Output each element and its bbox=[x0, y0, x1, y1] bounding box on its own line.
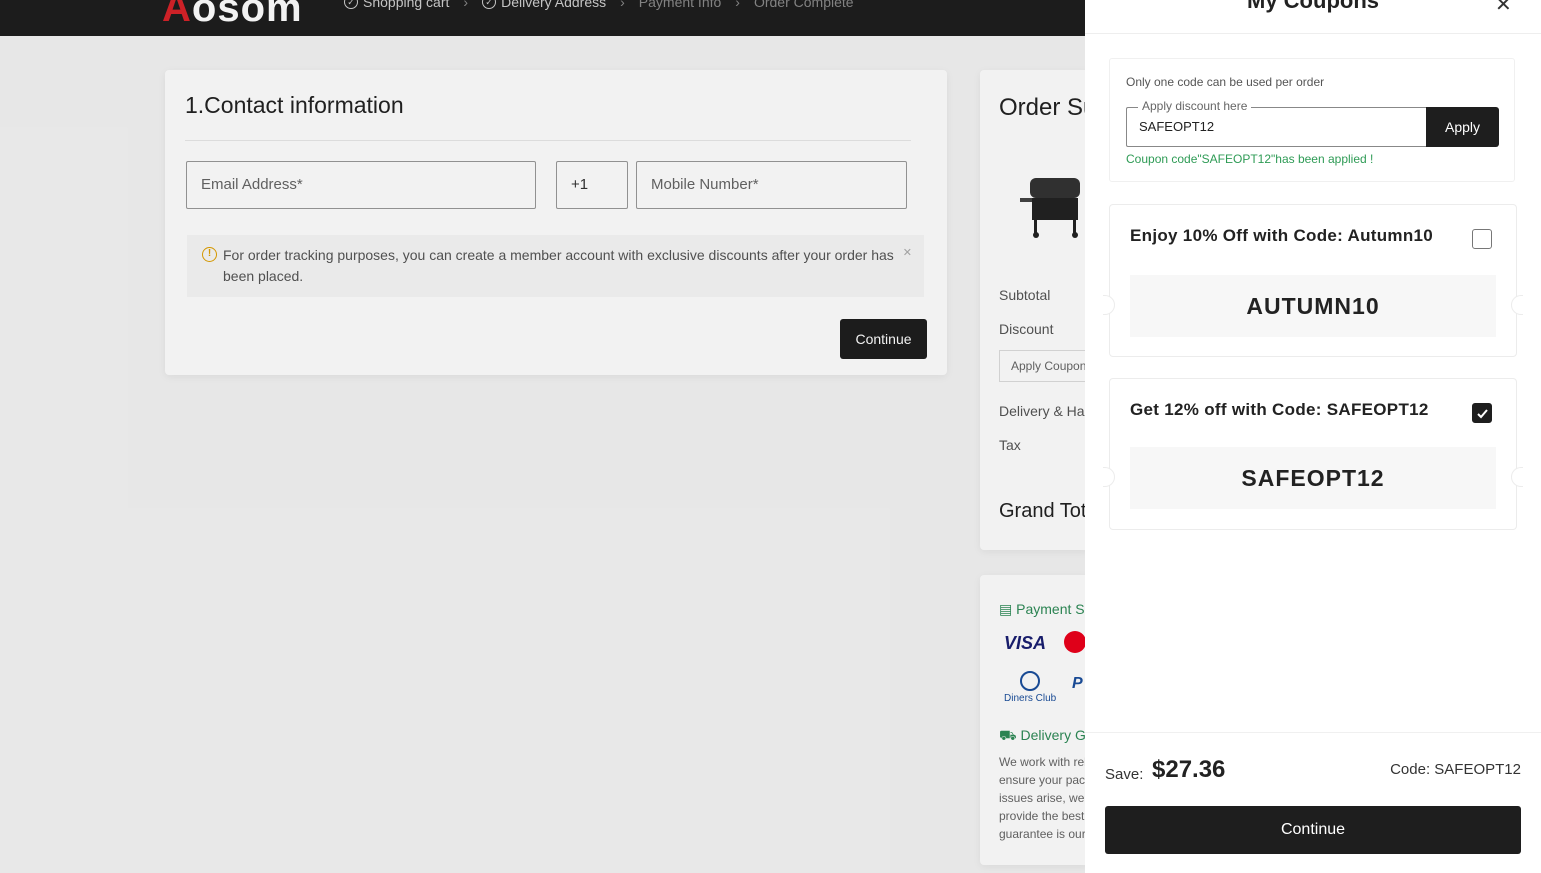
save-amount: $27.36 bbox=[1152, 756, 1226, 783]
apply-button[interactable]: Apply bbox=[1426, 107, 1499, 147]
coupon-card-safeopt12[interactable]: Get 12% off with Code: SAFEOPT12 SAFEOPT… bbox=[1103, 378, 1523, 530]
drawer-title: My Coupons bbox=[1247, 0, 1379, 13]
checkmark-icon bbox=[1477, 409, 1488, 419]
close-icon[interactable]: ✕ bbox=[1495, 0, 1512, 17]
discount-input-label: Apply discount here bbox=[1138, 99, 1252, 113]
coupon-code: SAFEOPT12 bbox=[1130, 447, 1496, 509]
discount-code-input[interactable]: SAFEOPT12 bbox=[1126, 107, 1428, 147]
ticket-notch bbox=[1511, 467, 1523, 487]
ticket-notch bbox=[1511, 295, 1523, 315]
divider bbox=[1085, 33, 1541, 34]
ticket-notch bbox=[1103, 467, 1115, 487]
save-label: Save: bbox=[1105, 766, 1144, 783]
coupon-label: Get 12% off with Code: SAFEOPT12 bbox=[1130, 400, 1429, 419]
coupon-code: AUTUMN10 bbox=[1130, 275, 1496, 337]
ticket-notch bbox=[1103, 295, 1115, 315]
drawer-footer: Save: $27.36 Code: SAFEOPT12 Continue bbox=[1085, 732, 1541, 873]
modal-backdrop[interactable] bbox=[0, 0, 1085, 873]
apply-discount-box: Only one code can be used per order SAFE… bbox=[1109, 58, 1515, 182]
coupon-checkbox-checked[interactable] bbox=[1472, 403, 1492, 423]
drawer-continue-button[interactable]: Continue bbox=[1105, 806, 1521, 854]
coupon-applied-message: Coupon code"SAFEOPT12"has been applied ! bbox=[1126, 152, 1374, 166]
coupon-checkbox[interactable] bbox=[1472, 229, 1492, 249]
coupon-label: Enjoy 10% Off with Code: Autumn10 bbox=[1130, 226, 1434, 245]
my-coupons-drawer: My Coupons ✕ Only one code can be used p… bbox=[1085, 0, 1541, 873]
applied-code-label: Code: SAFEOPT12 bbox=[1390, 761, 1521, 778]
coupon-card-autumn10[interactable]: Enjoy 10% Off with Code: Autumn10 AUTUMN… bbox=[1103, 204, 1523, 357]
one-code-note: Only one code can be used per order bbox=[1126, 75, 1325, 89]
